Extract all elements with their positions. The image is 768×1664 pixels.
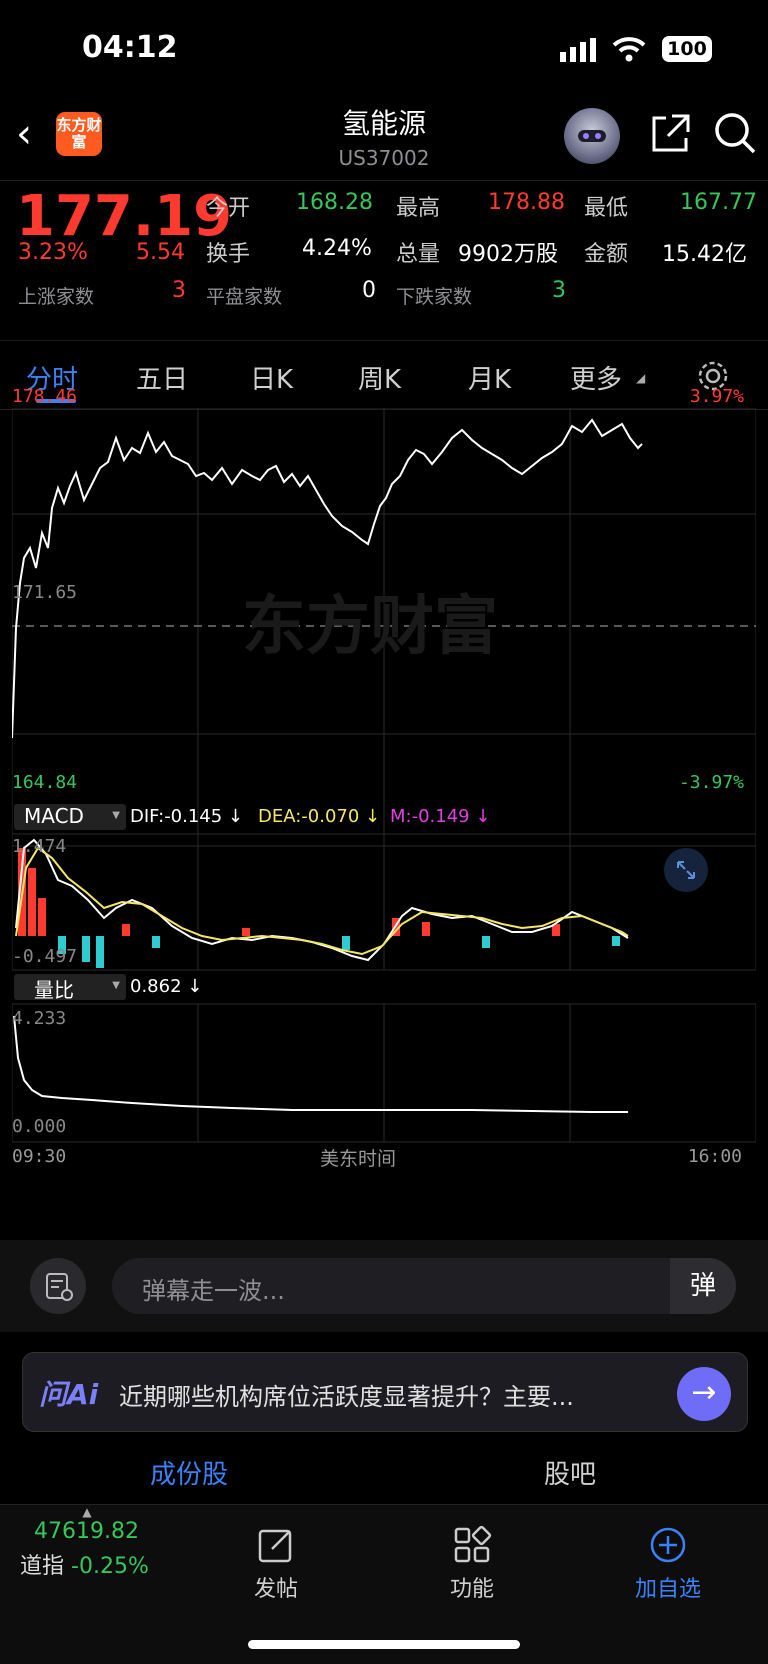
high-label: 最高 (396, 196, 441, 221)
index-value: 47619.82 (34, 1519, 139, 1544)
change-percent: 3.23% (18, 240, 88, 265)
open-value: 168.28 (296, 190, 373, 215)
macd-selector[interactable]: MACD ▼ (14, 804, 126, 830)
intraday-chart[interactable]: 东方财富 178.46 3.97% 171.65 164.84 -3.97% M… (12, 386, 756, 1238)
vr-max-label: 4.233 (12, 1008, 67, 1029)
arrow-right-icon[interactable]: → (677, 1367, 731, 1421)
chart-tabs: 分时 五日 日K 周K 月K 更多 ◢ (0, 340, 768, 410)
tab-weekly-k[interactable]: 周K (358, 359, 401, 396)
time-zone-label: 美东时间 (320, 1148, 397, 1170)
post-label: 发帖 (253, 1577, 298, 1602)
high-value: 178.88 (488, 190, 565, 215)
volume-ratio-label: 量比 (34, 978, 74, 1002)
flat-count-label: 平盘家数 (206, 286, 283, 308)
index-ticker[interactable]: ▲ 47619.82 道指 -0.25% (20, 1505, 170, 1580)
status-bar: 04:12 100 (0, 0, 768, 96)
volume-ratio-selector[interactable]: 量比 ▼ (14, 974, 126, 1002)
tab-more[interactable]: 更多 (570, 359, 622, 396)
battery-icon: 100 (662, 36, 712, 62)
tab-daily-k[interactable]: 日K (250, 359, 293, 396)
down-count-value: 3 (552, 278, 566, 303)
down-count-label: 下跌家数 (396, 286, 473, 308)
index-name: 道指 (20, 1554, 65, 1579)
ai-question-text: 近期哪些机构席位活跃度显著提升？主要... (119, 1383, 574, 1411)
add-watchlist-label: 加自选 (634, 1577, 701, 1602)
ai-logo: 问Ai (39, 1378, 99, 1411)
function-label: 功能 (449, 1577, 494, 1602)
danmu-bar: 弹幕走一波... 弹 (0, 1240, 768, 1332)
tab-constituents[interactable]: 成份股 (150, 1454, 228, 1491)
tab-monthly-k[interactable]: 月K (468, 359, 511, 396)
turnover-value: 4.24% (302, 236, 372, 261)
m-value: M:-0.149 ↓ (390, 806, 491, 827)
volume-ratio-value: 0.862 ↓ (130, 976, 203, 997)
low-label: 最低 (584, 196, 629, 221)
macd-max-label: 1.474 (12, 836, 67, 857)
vr-min-label: 0.000 (12, 1116, 67, 1137)
share-icon[interactable] (648, 112, 692, 156)
price-max-label: 178.46 (12, 386, 78, 407)
home-indicator[interactable] (248, 1640, 520, 1649)
more-dropdown-icon: ◢ (636, 371, 646, 385)
add-watchlist-button[interactable]: 加自选 (628, 1525, 708, 1603)
flat-count-value: 0 (362, 278, 376, 303)
low-value: 167.77 (680, 190, 757, 215)
amount-label: 金额 (584, 242, 629, 267)
danmu-input[interactable]: 弹幕走一波... 弹 (112, 1258, 736, 1314)
tab-forum[interactable]: 股吧 (544, 1454, 596, 1491)
price-min-pct-label: -3.97% (678, 772, 744, 793)
macd-dropdown-icon: ▼ (112, 810, 120, 821)
danmu-settings-icon[interactable] (30, 1258, 86, 1314)
tab-five-day[interactable]: 五日 (136, 359, 188, 396)
wifi-icon (612, 37, 646, 62)
price-min-label: 164.84 (12, 772, 78, 793)
header: ‹ 东方财富 氢能源 US37002 (0, 96, 768, 181)
macd-min-label: -0.497 (12, 946, 78, 967)
price-max-pct-label: 3.97% (689, 386, 744, 407)
up-count-label: 上涨家数 (18, 286, 95, 308)
signal-icon (560, 38, 596, 62)
up-count-value: 3 (172, 278, 186, 303)
section-tabs: 成份股 股吧 (0, 1444, 768, 1504)
amount-value: 15.42亿 (662, 242, 747, 267)
macd-label: MACD (24, 804, 84, 828)
post-button[interactable]: 发帖 (236, 1525, 316, 1603)
time-end-label: 16:00 (687, 1146, 742, 1167)
expand-icon[interactable] (664, 848, 708, 892)
add-circle-icon (650, 1527, 686, 1563)
ai-question-bar[interactable]: 问Ai 近期哪些机构席位活跃度显著提升？主要... → (22, 1352, 748, 1432)
edit-icon (258, 1529, 292, 1563)
vr-dropdown-icon: ▼ (112, 980, 120, 991)
dif-value: DIF:-0.145 ↓ (130, 806, 244, 827)
function-button[interactable]: 功能 (432, 1525, 512, 1603)
prev-close-label: 171.65 (12, 582, 78, 603)
open-label: 今开 (206, 196, 251, 221)
quote-panel: 177.19 3.23% 5.54 今开 168.28 最高 178.88 最低… (0, 180, 768, 340)
caret-up-icon: ▲ (82, 1505, 92, 1519)
macd-bars (18, 848, 620, 968)
time-start-label: 09:30 (12, 1146, 67, 1167)
watermark-text: 东方财富 (242, 590, 498, 664)
change-value: 5.54 (136, 240, 185, 265)
volume-value: 9902万股 (458, 242, 558, 267)
turnover-label: 换手 (206, 242, 251, 267)
danmu-placeholder: 弹幕走一波... (142, 1277, 285, 1305)
index-change: -0.25% (71, 1554, 149, 1579)
robot-avatar-icon[interactable] (564, 108, 620, 164)
apps-grid-icon (454, 1525, 492, 1563)
danmu-toggle-button[interactable]: 弹 (670, 1258, 736, 1314)
search-icon[interactable] (712, 110, 758, 156)
status-time: 04:12 (82, 30, 178, 65)
dea-value: DEA:-0.070 ↓ (258, 806, 381, 827)
volume-label: 总量 (396, 242, 441, 267)
